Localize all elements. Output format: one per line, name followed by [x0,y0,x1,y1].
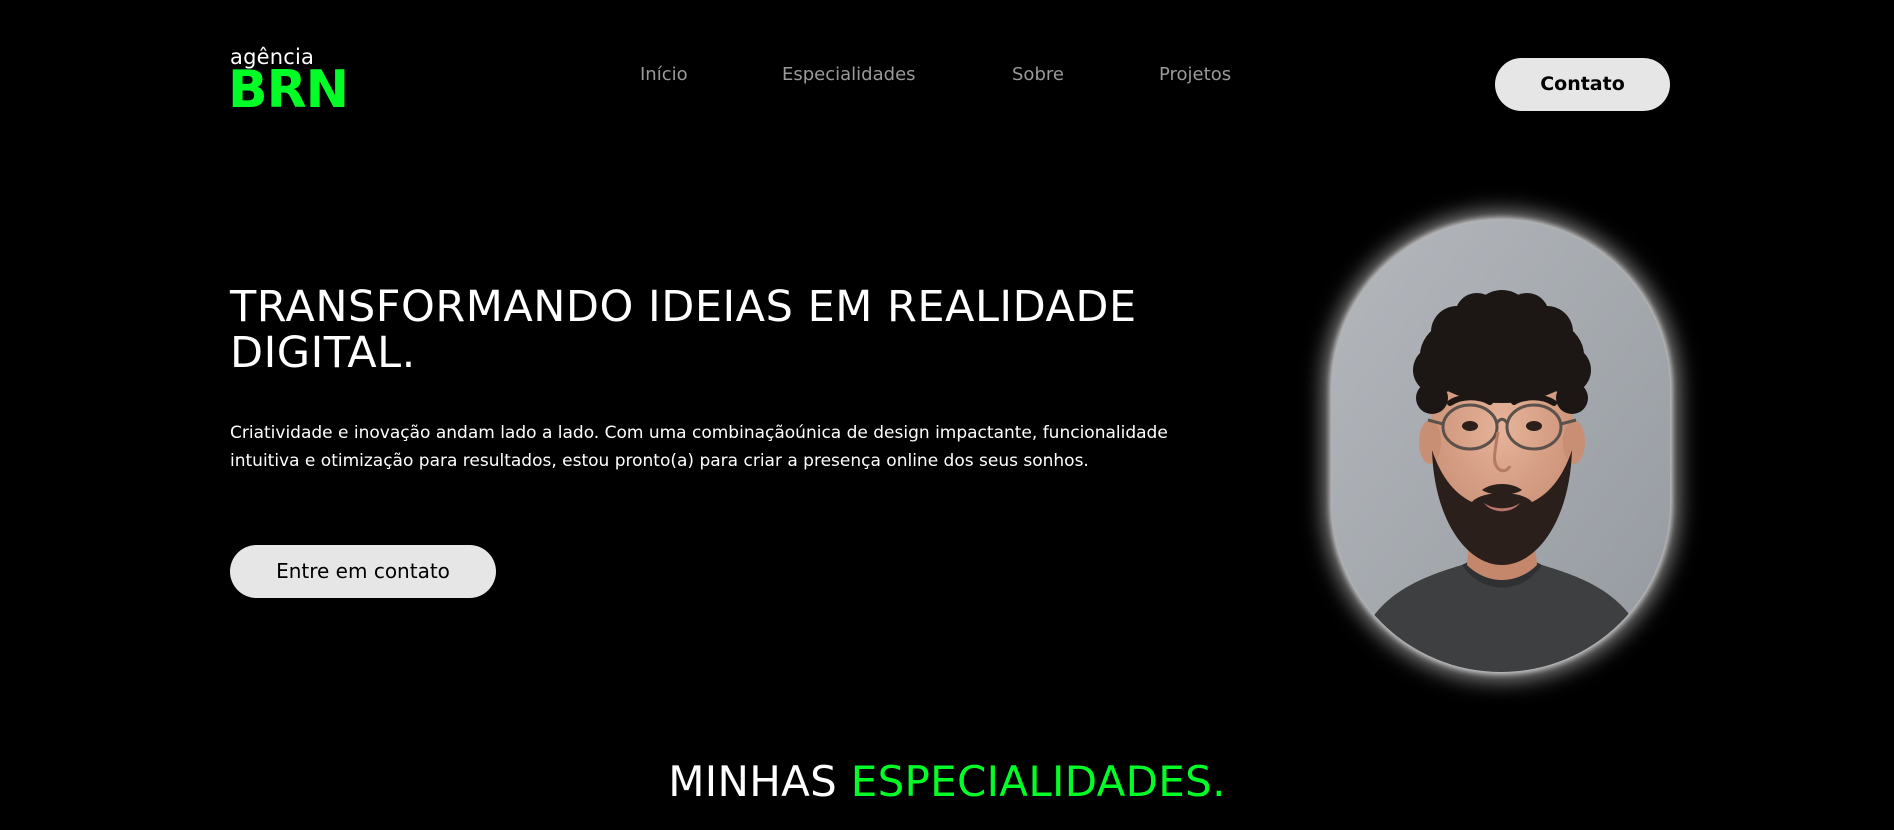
contact-button[interactable]: Contato [1495,58,1670,111]
section-title-part2: ESPECIALIDADES. [850,757,1226,806]
profile-photo [1332,220,1670,672]
nav-item-projetos[interactable]: Projetos [1159,62,1231,88]
nav-item-especialidades[interactable]: Especialidades [782,62,916,88]
get-in-touch-button[interactable]: Entre em contato [230,545,496,598]
section-title: MINHAS ESPECIALIDADES. [0,752,1894,812]
profile-photo-illustration [1332,220,1670,672]
landing-page: agência BRN Início Especialidades Sobre … [0,0,1894,830]
section-title-part1: MINHAS [668,757,838,806]
logo-big-text: BRN [228,60,349,120]
hero-description: Criatividade e inovação andam lado a lad… [230,423,1168,471]
hero-title: TRANSFORMANDO IDEIAS EM REALIDADE DIGITA… [230,282,1137,378]
nav-item-sobre[interactable]: Sobre [1012,62,1064,88]
nav-item-inicio[interactable]: Início [640,62,688,88]
brand-logo[interactable]: agência BRN [228,46,350,120]
